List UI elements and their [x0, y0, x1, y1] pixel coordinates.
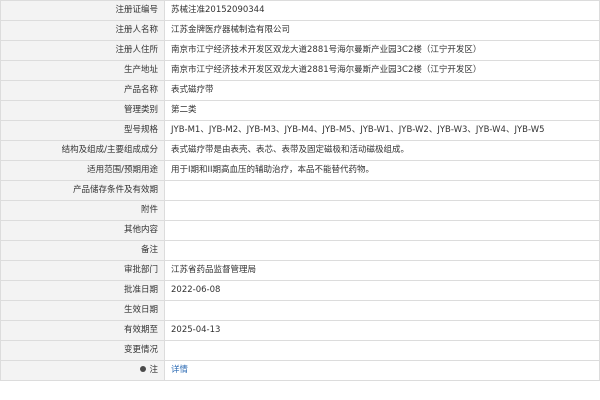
row-management-category: 管理类别 第二类: [0, 100, 600, 121]
label-intended-use: 适用范围/预期用途: [0, 160, 165, 181]
row-product-name: 产品名称 表式磁疗带: [0, 80, 600, 101]
label-effective-date: 生效日期: [0, 300, 165, 321]
label-change-history: 变更情况: [0, 340, 165, 361]
row-registration-number: 注册证编号 苏械注准20152090344: [0, 0, 600, 21]
label-registrant-address: 注册人住所: [0, 40, 165, 61]
value-other-content: [164, 220, 600, 241]
value-attachments: [164, 200, 600, 221]
value-note: 详情: [164, 360, 600, 381]
value-registrant-name: 江苏金牌医疗器械制造有限公司: [164, 20, 600, 41]
row-intended-use: 适用范围/预期用途 用于I期和II期高血压的辅助治疗，本品不能替代药物。: [0, 160, 600, 181]
label-storage-validity: 产品储存条件及有效期: [0, 180, 165, 201]
value-remarks: [164, 240, 600, 261]
row-valid-until: 有效期至 2025-04-13: [0, 320, 600, 341]
label-remarks: 备注: [0, 240, 165, 261]
row-registrant-name: 注册人名称 江苏金牌医疗器械制造有限公司: [0, 20, 600, 41]
value-approval-date: 2022-06-08: [164, 280, 600, 301]
row-approval-date: 批准日期 2022-06-08: [0, 280, 600, 301]
note-label: 注: [149, 365, 158, 375]
details-link[interactable]: 详情: [171, 365, 188, 375]
label-product-name: 产品名称: [0, 80, 165, 101]
location-pin-icon: [140, 365, 147, 372]
row-approval-department: 审批部门 江苏省药品监督管理局: [0, 260, 600, 281]
label-approval-date: 批准日期: [0, 280, 165, 301]
value-model-spec: JYB-M1、JYB-M2、JYB-M3、JYB-M4、JYB-M5、JYB-W…: [164, 120, 600, 141]
row-registrant-address: 注册人住所 南京市江宁经济技术开发区双龙大道2881号海尔曼斯产业园3C2楼（江…: [0, 40, 600, 61]
label-model-spec: 型号规格: [0, 120, 165, 141]
label-note: 注: [0, 360, 165, 381]
label-management-category: 管理类别: [0, 100, 165, 121]
row-change-history: 变更情况: [0, 340, 600, 361]
label-production-address: 生产地址: [0, 60, 165, 81]
row-other-content: 其他内容: [0, 220, 600, 241]
row-attachments: 附件: [0, 200, 600, 221]
row-effective-date: 生效日期: [0, 300, 600, 321]
row-model-spec: 型号规格 JYB-M1、JYB-M2、JYB-M3、JYB-M4、JYB-M5、…: [0, 120, 600, 141]
value-production-address: 南京市江宁经济技术开发区双龙大道2881号海尔曼斯产业园3C2楼（江宁开发区）: [164, 60, 600, 81]
value-product-name: 表式磁疗带: [164, 80, 600, 101]
label-valid-until: 有效期至: [0, 320, 165, 341]
value-management-category: 第二类: [164, 100, 600, 121]
label-registrant-name: 注册人名称: [0, 20, 165, 41]
row-note: 注 详情: [0, 360, 600, 381]
value-valid-until: 2025-04-13: [164, 320, 600, 341]
value-change-history: [164, 340, 600, 361]
value-structure-composition: 表式磁疗带是由表壳、表芯、表带及固定磁极和活动磁极组成。: [164, 140, 600, 161]
value-intended-use: 用于I期和II期高血压的辅助治疗，本品不能替代药物。: [164, 160, 600, 181]
value-registrant-address: 南京市江宁经济技术开发区双龙大道2881号海尔曼斯产业园3C2楼（江宁开发区）: [164, 40, 600, 61]
value-storage-validity: [164, 180, 600, 201]
row-structure-composition: 结构及组成/主要组成成分 表式磁疗带是由表壳、表芯、表带及固定磁极和活动磁极组成…: [0, 140, 600, 161]
label-registration-number: 注册证编号: [0, 0, 165, 21]
label-approval-department: 审批部门: [0, 260, 165, 281]
row-production-address: 生产地址 南京市江宁经济技术开发区双龙大道2881号海尔曼斯产业园3C2楼（江宁…: [0, 60, 600, 81]
value-registration-number: 苏械注准20152090344: [164, 0, 600, 21]
value-effective-date: [164, 300, 600, 321]
registration-table: 注册证编号 苏械注准20152090344 注册人名称 江苏金牌医疗器械制造有限…: [0, 0, 600, 381]
label-other-content: 其他内容: [0, 220, 165, 241]
row-remarks: 备注: [0, 240, 600, 261]
row-storage-validity: 产品储存条件及有效期: [0, 180, 600, 201]
label-attachments: 附件: [0, 200, 165, 221]
label-structure-composition: 结构及组成/主要组成成分: [0, 140, 165, 161]
value-approval-department: 江苏省药品监督管理局: [164, 260, 600, 281]
